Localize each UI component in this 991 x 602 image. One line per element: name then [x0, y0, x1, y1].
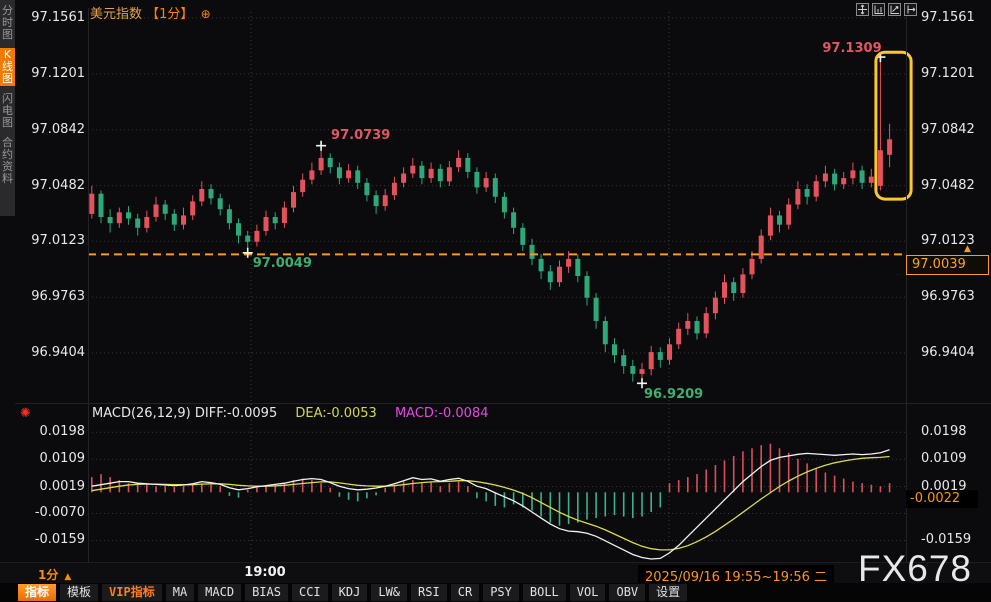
indicator-close-icon[interactable]: ✺: [20, 406, 31, 421]
toolbar-item-1[interactable]: 模板: [60, 584, 98, 601]
toolbar-item-5[interactable]: BIAS: [245, 584, 288, 601]
sidebar-item-0[interactable]: 分时图: [0, 4, 15, 42]
dea-value-label: DEA:-0.0053: [295, 406, 376, 421]
axis-tick-label: 96.9404: [28, 345, 85, 360]
axis-tick-label: -0.0159: [28, 532, 85, 547]
toolbar-item-11[interactable]: PSY: [483, 584, 519, 601]
axis-bars-icon[interactable]: [872, 3, 885, 16]
axis-tick-label: -0.0070: [28, 505, 85, 520]
axis-tick-label: 97.1561: [921, 10, 985, 25]
low-price-annotation: 97.0049: [253, 256, 312, 271]
axis-tick-label: 97.1201: [921, 66, 985, 81]
axis-tick-label: 0.0198: [28, 424, 85, 439]
axis-tick-label: 96.9763: [921, 289, 985, 304]
axis-tick-label: 0.0109: [921, 451, 985, 466]
axis-tick-label: -0.0159: [921, 532, 985, 547]
current-price-badge: 97.0039: [906, 255, 989, 275]
trading-app-window: 分时图 K线图闪电图合约资料 美元指数 【1分】 ⊕ 97.1561 97.1201…: [0, 0, 991, 602]
high-price-annotation: 97.0739: [331, 128, 390, 143]
axis-tick-label: 97.0123: [28, 233, 85, 248]
macd-params-label: MACD(26,12,9) DIFF:-0.0095: [92, 406, 277, 421]
toolbar-item-12[interactable]: BOLL: [523, 584, 566, 601]
low-price-annotation: 96.9209: [644, 387, 703, 402]
chart-title: 美元指数 【1分】 ⊕: [90, 3, 211, 22]
symbol-name: 美元指数: [90, 7, 142, 22]
toolbar-item-2[interactable]: VIP指标: [102, 584, 162, 601]
axis-tick-label: 96.9404: [921, 345, 985, 360]
axis-tick-label: 0.0198: [921, 424, 985, 439]
toolbar-item-6[interactable]: CCI: [292, 584, 328, 601]
toolbar-item-13[interactable]: VOL: [570, 584, 606, 601]
axis-exit-icon[interactable]: [904, 3, 917, 16]
axis-tick-label: 97.1201: [28, 66, 85, 81]
period-tag: 【1分】: [146, 7, 193, 22]
toolbar-item-3[interactable]: MA: [166, 584, 194, 601]
axis-tick-label: 97.0482: [28, 178, 85, 193]
axis-line-icon[interactable]: [888, 3, 901, 16]
fx678-watermark: FX678: [858, 548, 972, 590]
time-axis-strip: 1分▲ 19:00 2025/09/16 19:55~19:56 二: [0, 562, 991, 583]
toolbar-item-0[interactable]: 指标: [18, 584, 56, 601]
toolbar-item-9[interactable]: RSI: [411, 584, 447, 601]
axis-tick-label: 97.0842: [921, 122, 985, 137]
axis-tick-label: 97.1561: [28, 10, 85, 25]
toolbar-item-10[interactable]: CR: [451, 584, 479, 601]
sidebar-item-3[interactable]: 合约资料: [0, 136, 15, 186]
toolbar-item-15[interactable]: 设置: [649, 584, 687, 601]
sidebar-item-2[interactable]: 闪电图: [0, 92, 15, 130]
chart-canvas[interactable]: [0, 0, 991, 602]
axis-tick-label: 0.0109: [28, 451, 85, 466]
toolbar-item-4[interactable]: MACD: [198, 584, 241, 601]
axis-tick-label: 97.0842: [28, 122, 85, 137]
plot-right-border: [906, 8, 907, 562]
add-indicator-icon[interactable]: ⊕: [201, 7, 211, 21]
indicator-toolbar: 指标模板VIP指标MAMACDBIASCCIKDJLW&RSICRPSYBOLL…: [0, 583, 991, 602]
macd-last-value-badge: -0.0022: [906, 490, 978, 508]
price-up-arrow-icon: ▲: [964, 244, 971, 254]
panel-separator: [15, 403, 991, 404]
macd-value-label: MACD:-0.0084: [395, 406, 489, 421]
axis-tick-label: 96.9763: [28, 289, 85, 304]
pan-icon[interactable]: [856, 3, 869, 16]
toolbar-item-14[interactable]: OBV: [609, 584, 645, 601]
axis-tick-label: 97.0123: [921, 233, 985, 248]
plot-left-border: [88, 8, 89, 562]
sidebar-item-1[interactable]: K线图: [0, 48, 15, 86]
high-price-annotation: 97.1309: [822, 41, 881, 56]
interval-selector[interactable]: 1分▲: [38, 566, 71, 583]
triangle-up-icon: ▲: [64, 572, 71, 582]
left-sidebar: 分时图 K线图闪电图合约资料: [0, 0, 15, 216]
axis-tick-label: 0.0019: [28, 479, 85, 494]
chart-tool-icons: [856, 3, 917, 16]
time-tick-label: 19:00: [240, 565, 290, 580]
toolbar-item-7[interactable]: KDJ: [332, 584, 368, 601]
axis-tick-label: 97.0482: [921, 178, 985, 193]
toolbar-item-8[interactable]: LW&: [371, 584, 407, 601]
macd-header: MACD(26,12,9) DIFF:-0.0095 DEA:-0.0053 M…: [92, 406, 489, 421]
